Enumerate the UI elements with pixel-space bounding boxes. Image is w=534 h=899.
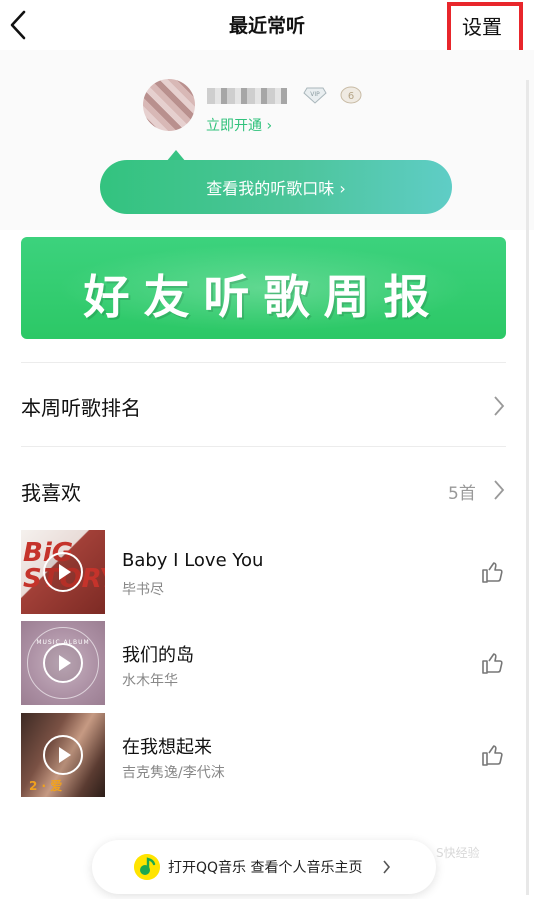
cover-art-text: 2 · 爱	[29, 779, 63, 793]
play-icon[interactable]	[43, 643, 83, 683]
banner-title: 好友听歌周报	[83, 270, 444, 324]
play-icon[interactable]	[43, 552, 83, 592]
song-list-item[interactable]: BiG STORY Baby I Love You 毕书尽	[0, 530, 534, 616]
friend-weekly-report-banner[interactable]: 好友听歌周报	[21, 237, 506, 339]
thumbs-up-icon[interactable]	[481, 743, 505, 767]
song-artist: 毕书尽	[122, 582, 164, 598]
weekly-rank-label: 本周听歌排名	[21, 396, 141, 420]
username-blurred	[207, 88, 287, 104]
chevron-right-icon	[494, 396, 505, 416]
vip-diamond-icon[interactable]: VIP	[303, 86, 327, 104]
svg-text:VIP: VIP	[310, 91, 320, 98]
open-vip-link[interactable]: 立即开通 ›	[206, 115, 272, 135]
album-cover[interactable]: BiG STORY	[21, 530, 105, 614]
view-taste-button[interactable]: 查看我的听歌口味 ›	[100, 160, 452, 214]
song-artist: 水木年华	[122, 673, 178, 689]
scrollbar[interactable]	[526, 80, 529, 895]
album-cover[interactable]: MUSIC ALBUM	[21, 621, 105, 705]
open-qq-music-label: 打开QQ音乐 查看个人音乐主页	[168, 860, 363, 876]
divider	[21, 362, 506, 363]
weekly-rank-row[interactable]: 本周听歌排名	[0, 376, 534, 436]
song-title: 我们的岛	[122, 645, 194, 666]
chevron-right-icon	[383, 860, 391, 874]
song-title: 在我想起来	[122, 737, 212, 758]
watermark: S快经验	[436, 846, 480, 860]
favorites-count: 5首	[448, 484, 476, 504]
favorites-label: 我喜欢	[21, 481, 81, 505]
avatar[interactable]	[143, 79, 195, 131]
thumbs-up-icon[interactable]	[481, 560, 505, 584]
favorites-row[interactable]: 我喜欢 5首	[0, 460, 534, 520]
song-artist: 吉克隽逸/李代沫	[122, 765, 225, 781]
qq-music-logo-icon	[134, 854, 160, 880]
album-cover[interactable]: 2 · 爱	[21, 713, 105, 797]
song-title: Baby I Love You	[122, 550, 264, 571]
svg-text:6: 6	[348, 91, 354, 102]
level-badge-icon[interactable]: 6	[339, 85, 363, 105]
chevron-right-icon	[494, 480, 505, 500]
song-list-item[interactable]: MUSIC ALBUM 我们的岛 水木年华	[0, 621, 534, 707]
thumbs-up-icon[interactable]	[481, 651, 505, 675]
divider	[21, 446, 506, 447]
song-list-item[interactable]: 2 · 爱 在我想起来 吉克隽逸/李代沫	[0, 713, 534, 799]
play-icon[interactable]	[43, 735, 83, 775]
open-qq-music-bar[interactable]: 打开QQ音乐 查看个人音乐主页	[92, 840, 436, 894]
